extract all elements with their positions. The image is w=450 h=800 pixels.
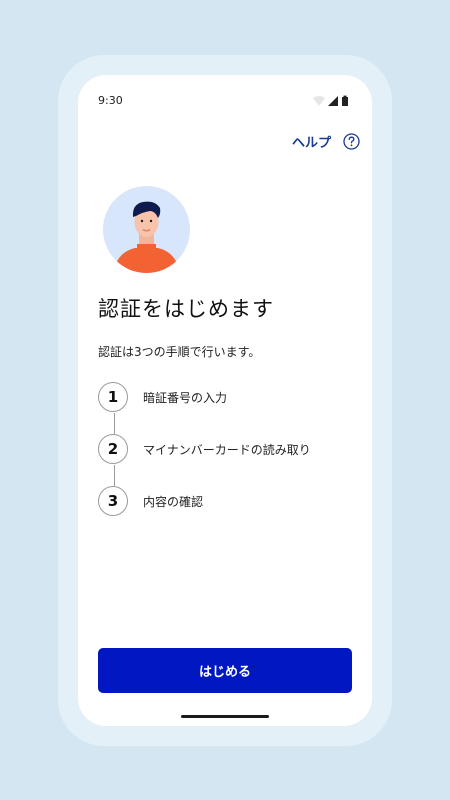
avatar xyxy=(103,186,190,273)
step-number-3: 3 xyxy=(98,486,128,516)
step-label-3: 内容の確認 xyxy=(143,494,204,509)
step-label-1: 暗証番号の入力 xyxy=(143,390,228,405)
app-screen: 9:30 ヘルプ 認証をはじめます 認証は3つの手順で行います。 1 暗証番号の… xyxy=(78,75,372,726)
step-number-2: 2 xyxy=(98,434,128,464)
description: 認証は3つの手順で行います。 xyxy=(98,345,261,359)
step-number-1: 1 xyxy=(98,382,128,412)
wifi-icon xyxy=(313,96,325,106)
status-time: 9:30 xyxy=(98,94,123,107)
status-icons xyxy=(313,95,348,106)
page-title: 認証をはじめます xyxy=(98,297,274,321)
battery-icon xyxy=(342,97,348,106)
step-connector xyxy=(114,413,115,434)
help-circle-icon[interactable] xyxy=(343,132,360,150)
start-button[interactable]: はじめる xyxy=(98,648,352,693)
step-item-2: 2 マイナンバーカードの読み取り xyxy=(98,433,358,465)
help-label: ヘルプ xyxy=(291,135,331,151)
signal-icon xyxy=(328,96,338,106)
help-link[interactable]: ヘルプ xyxy=(292,131,360,151)
home-indicator[interactable] xyxy=(181,715,269,718)
step-connector xyxy=(114,465,115,486)
step-label-2: マイナンバーカードの読み取り xyxy=(143,442,311,457)
status-bar: 9:30 xyxy=(78,75,372,125)
step-item-1: 1 暗証番号の入力 xyxy=(98,381,358,413)
step-item-3: 3 内容の確認 xyxy=(98,485,358,517)
